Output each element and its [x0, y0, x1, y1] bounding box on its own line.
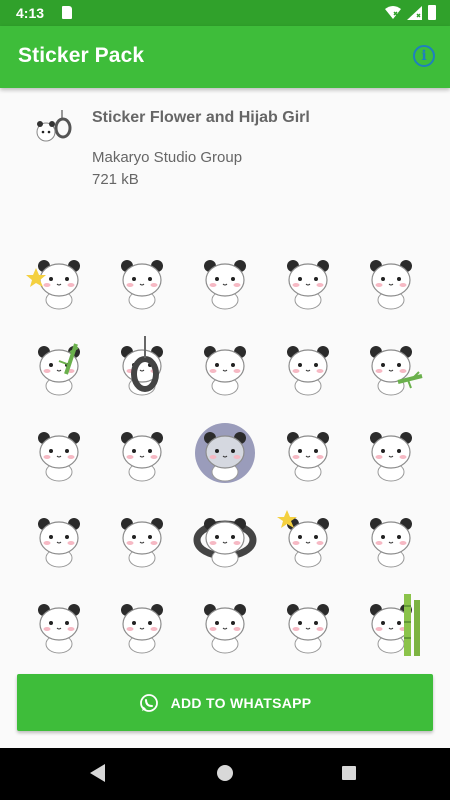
panda-shy-icon — [370, 518, 413, 568]
panda-sitting-icon — [120, 260, 163, 310]
sticker-item[interactable] — [183, 582, 266, 668]
sticker-item[interactable] — [17, 410, 100, 496]
nav-bar — [0, 748, 450, 800]
info-icon[interactable]: i — [413, 45, 435, 67]
panda-dark-aura-icon — [194, 423, 255, 483]
panda-blowing-icon — [37, 604, 80, 654]
pack-publisher: Makaryo Studio Group — [92, 149, 243, 166]
home-icon[interactable] — [217, 765, 233, 781]
panda-lying-icon — [203, 260, 246, 310]
sticker-item[interactable] — [350, 496, 433, 582]
panda-spark-icon — [277, 510, 330, 568]
panda-shocked-icon — [120, 518, 163, 568]
panda-back-icon — [370, 260, 413, 310]
status-icons — [385, 5, 436, 20]
app-bar: Sticker Pack i — [0, 26, 450, 88]
sd-card-icon — [62, 6, 72, 19]
whatsapp-icon — [139, 693, 158, 712]
panda-star-icon — [25, 260, 80, 310]
sticker-item[interactable] — [183, 496, 266, 582]
sticker-item[interactable] — [100, 324, 183, 410]
panda-wave-icon — [37, 432, 80, 482]
sticker-item[interactable] — [183, 410, 266, 496]
sticker-item[interactable] — [267, 324, 350, 410]
wifi-icon — [385, 5, 401, 19]
panda-standing-icon — [370, 432, 413, 482]
pack-details: Sticker Flower and Hijab Girl Makaryo St… — [0, 88, 450, 748]
status-time: 4:13 — [16, 5, 45, 21]
sticker-item[interactable] — [350, 238, 433, 324]
sticker-item[interactable] — [17, 496, 100, 582]
panda-hands-mouth-icon — [287, 432, 330, 482]
panda-tire-swing-icon — [120, 336, 163, 396]
recents-icon[interactable] — [342, 766, 356, 780]
panda-startled-icon — [287, 346, 330, 396]
sticker-item[interactable] — [100, 238, 183, 324]
sticker-item[interactable] — [267, 410, 350, 496]
panda-crying-icon — [37, 518, 80, 568]
panda-bamboo-lying-icon — [37, 343, 80, 396]
sticker-item[interactable] — [350, 582, 433, 668]
sticker-item[interactable] — [350, 410, 433, 496]
signal-icon — [407, 5, 422, 20]
panda-point-icon — [203, 346, 246, 396]
back-icon[interactable] — [90, 764, 105, 782]
sticker-item[interactable] — [100, 496, 183, 582]
pack-size: 721 kB — [92, 171, 139, 188]
sticker-item[interactable] — [267, 238, 350, 324]
sticker-item[interactable] — [100, 410, 183, 496]
sticker-item[interactable] — [267, 496, 350, 582]
panda-bamboo-tree-icon — [370, 594, 421, 656]
panda-hug-knees-icon — [120, 432, 163, 482]
sticker-grid — [17, 238, 433, 668]
panda-cheeks-icon — [287, 260, 330, 310]
sticker-item[interactable] — [267, 582, 350, 668]
battery-icon — [428, 5, 436, 20]
sticker-item[interactable] — [100, 582, 183, 668]
pack-title: Sticker Flower and Hijab Girl — [92, 109, 310, 126]
tray-icon — [36, 110, 72, 142]
sticker-item[interactable] — [183, 324, 266, 410]
status-bar: 4:13 — [0, 0, 450, 26]
panda-peek-icon — [287, 604, 330, 654]
panda-bamboo-hold-icon — [370, 346, 423, 396]
sticker-item[interactable] — [183, 238, 266, 324]
panda-blush-icon — [120, 604, 163, 654]
panda-sleeping-icon — [203, 604, 246, 654]
sticker-item[interactable] — [17, 582, 100, 668]
sticker-item[interactable] — [350, 324, 433, 410]
app-title: Sticker Pack — [18, 44, 145, 67]
sticker-item[interactable] — [17, 324, 100, 410]
sticker-item[interactable] — [17, 238, 100, 324]
panda-in-tire-icon — [193, 518, 257, 568]
add-to-whatsapp-button[interactable]: ADD TO WHATSAPP — [17, 674, 433, 731]
add-to-whatsapp-label: ADD TO WHATSAPP — [170, 694, 312, 711]
